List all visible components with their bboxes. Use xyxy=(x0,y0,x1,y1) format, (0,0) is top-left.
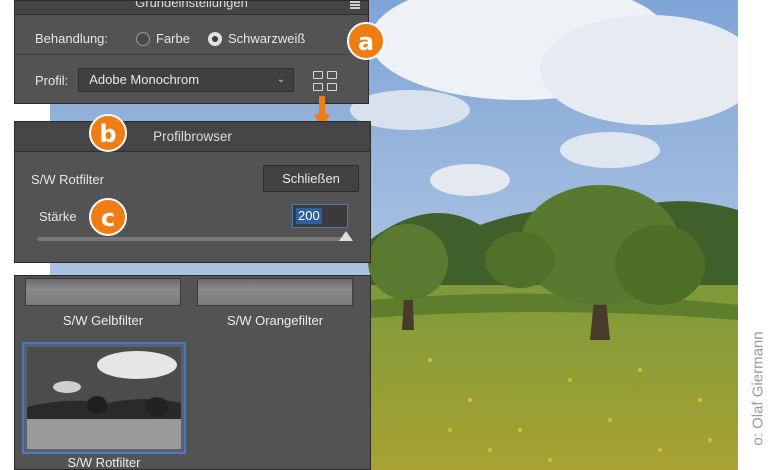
current-filter-name: S/W Rotfilter xyxy=(31,172,104,187)
radio-bw[interactable]: Schwarzweiß xyxy=(200,31,305,46)
callout-badge-c: c xyxy=(89,198,127,236)
treatment-label: Behandlung: xyxy=(35,31,109,46)
profile-item-label[interactable]: S/W Orangefilter xyxy=(197,313,353,328)
basic-settings-panel: Grundeinstellungen Behandlung: Farbe Sch… xyxy=(14,0,369,104)
radio-bw-label[interactable]: Schwarzweiß xyxy=(228,31,305,46)
profile-select[interactable]: Adobe Monochrom ⌄ xyxy=(78,68,295,92)
amount-slider-track[interactable] xyxy=(37,237,349,241)
chevron-down-icon: ⌄ xyxy=(276,74,286,85)
radio-color-icon[interactable] xyxy=(136,31,151,46)
close-button[interactable]: Schließen xyxy=(263,165,359,192)
divider xyxy=(15,54,368,55)
profile-item-label[interactable]: S/W Gelbfilter xyxy=(25,313,181,328)
profile-browser-title: Profilbrowser xyxy=(153,129,232,144)
thumbnail-red-filter-selected[interactable] xyxy=(22,342,186,454)
profile-list-panel: S/W Gelbfilter S/W Orangefilter S/W Rotf… xyxy=(14,275,371,470)
amount-value[interactable]: 200 xyxy=(296,208,322,224)
profile-item-label-selected[interactable]: S/W Rotfilter xyxy=(22,455,186,470)
amount-slider-thumb[interactable] xyxy=(339,231,353,241)
radio-bw-icon[interactable] xyxy=(207,31,222,46)
panel-title: Grundeinstellungen xyxy=(135,1,248,10)
callout-badge-a: a xyxy=(347,22,385,60)
amount-input[interactable]: 200 xyxy=(292,204,348,228)
amount-label: Stärke xyxy=(39,209,77,224)
basic-settings-header: Grundeinstellungen xyxy=(15,1,368,15)
thumbnail-orange-filter[interactable] xyxy=(197,278,353,306)
photo-credit: o: Olaf Giermann xyxy=(749,331,767,446)
thumbnail-yellow-filter[interactable] xyxy=(25,278,181,306)
panel-menu-icon[interactable] xyxy=(350,1,360,9)
profile-browser-grid-icon[interactable] xyxy=(313,71,339,93)
radio-color[interactable]: Farbe xyxy=(118,31,190,46)
profile-browser-panel: Profilbrowser S/W Rotfilter Schließen St… xyxy=(14,121,371,263)
profile-row: Profil: Adobe Monochrom ⌄ xyxy=(35,68,295,92)
radio-color-label[interactable]: Farbe xyxy=(156,31,190,46)
profile-select-value: Adobe Monochrom xyxy=(89,72,200,87)
callout-badge-b: b xyxy=(89,114,127,152)
treatment-row: Behandlung: Farbe Schwarzweiß xyxy=(35,31,305,46)
profile-browser-header: Profilbrowser xyxy=(15,122,370,152)
profile-label: Profil: xyxy=(35,72,69,88)
